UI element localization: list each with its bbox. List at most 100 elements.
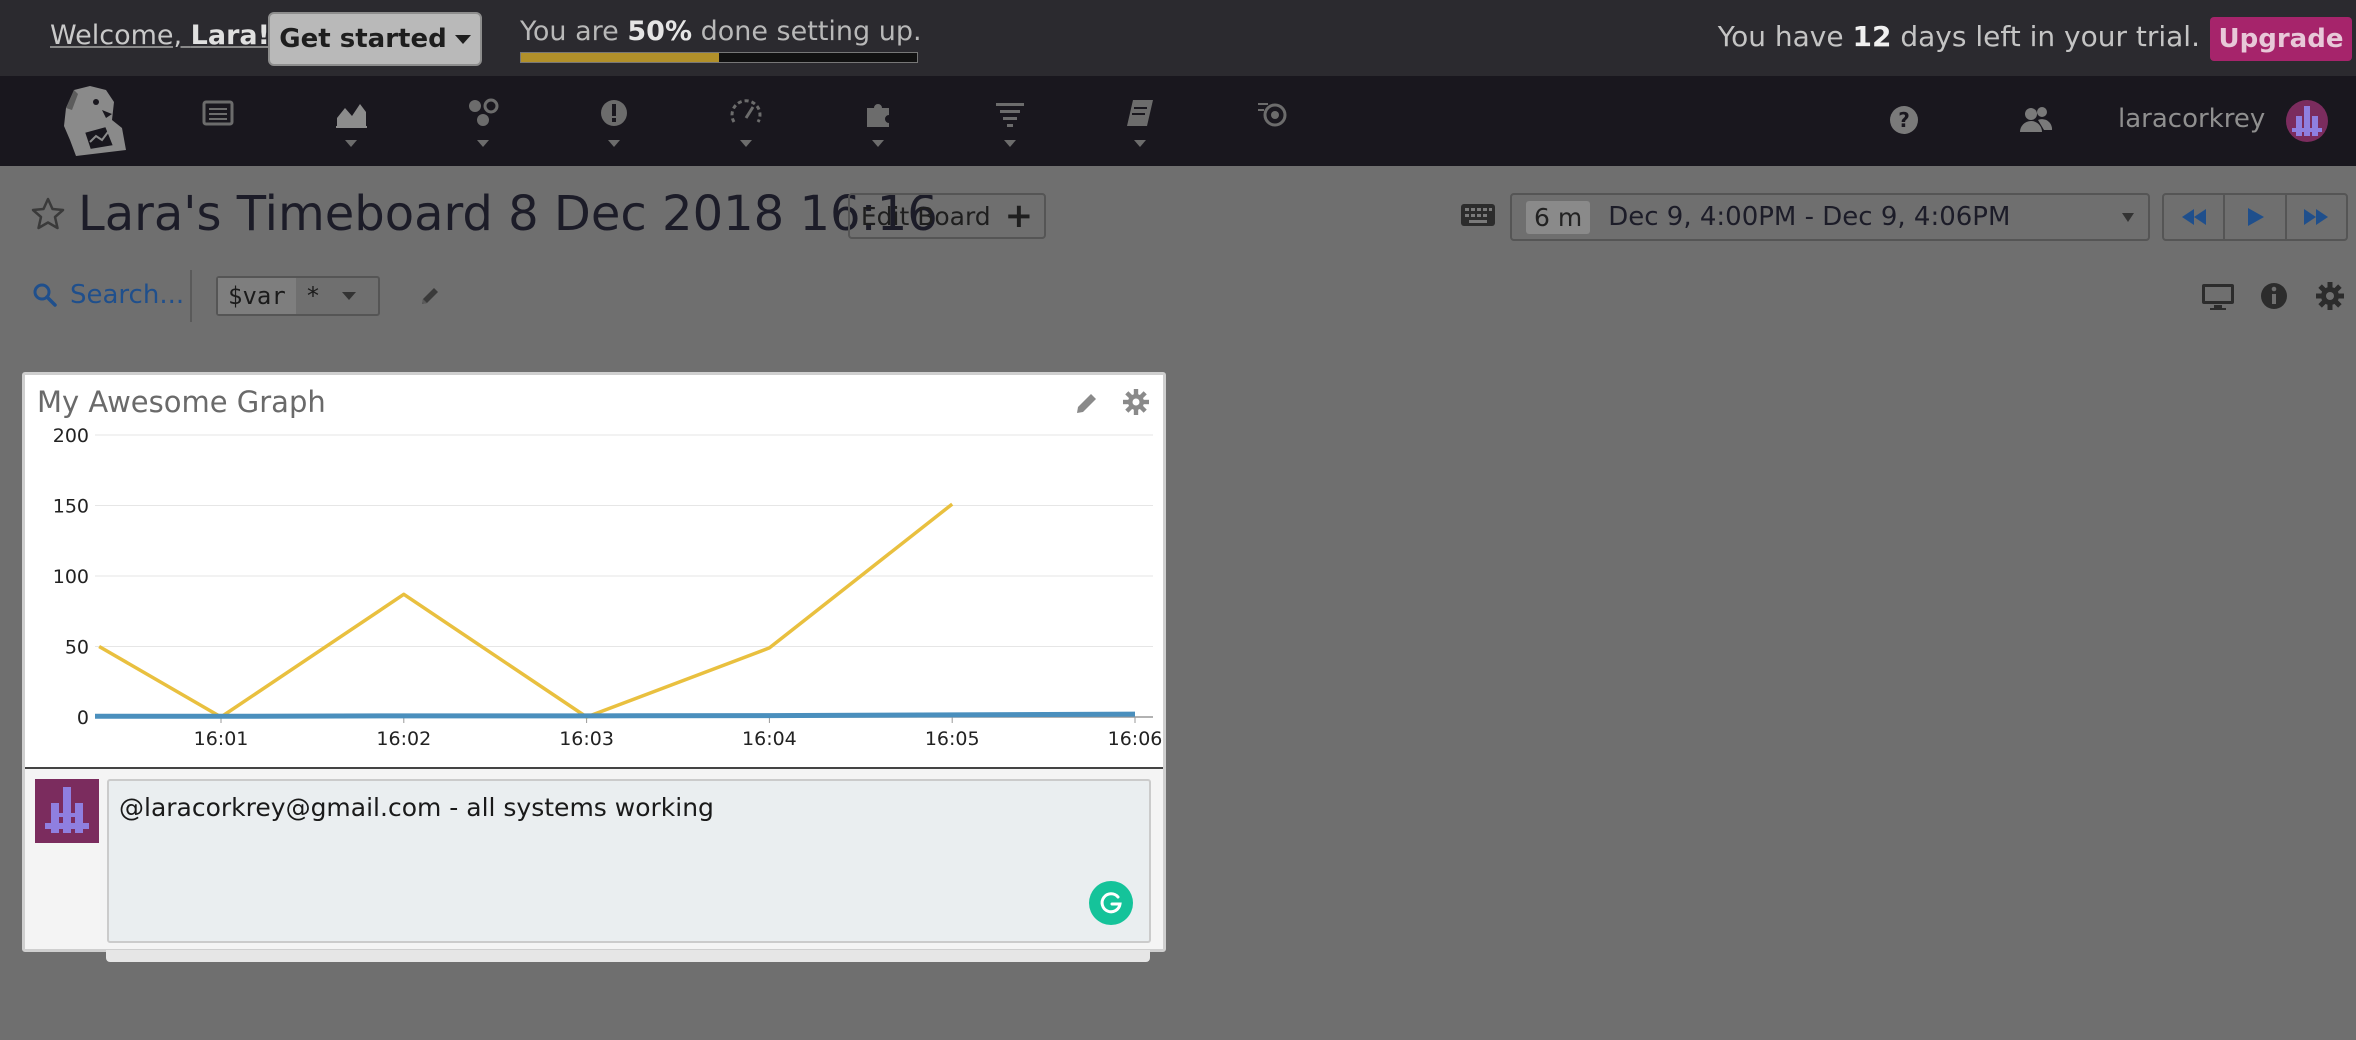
help-icon[interactable]: ?	[1884, 100, 1924, 140]
get-started-label: Get started	[279, 24, 447, 54]
setup-progress-bar	[520, 52, 918, 63]
svg-text:?: ?	[1898, 108, 1910, 132]
x-tick-label: 16:01	[194, 728, 249, 750]
nav-dashboards[interactable]	[190, 96, 246, 156]
nav-integrations[interactable]	[455, 96, 511, 156]
favorite-star-icon[interactable]	[30, 196, 66, 232]
line-chart: 050100150200 16:01 16:02 16:03 16:04 16:05 16…	[53, 425, 1163, 750]
settings-gear-icon[interactable]	[2312, 280, 2348, 312]
x-tick-label: 16:02	[376, 728, 431, 750]
chevron-down-icon	[608, 140, 620, 147]
comment-box-footer	[106, 950, 1150, 962]
x-tick-label: 16:04	[742, 728, 797, 750]
welcome-name: Lara!	[190, 20, 270, 51]
chevron-down-icon	[1134, 140, 1146, 147]
board-title: Lara's Timeboard 8 Dec 2018 16:16	[78, 186, 938, 242]
welcome-prefix: Welcome,	[50, 20, 191, 51]
chevron-down-icon	[342, 292, 357, 300]
setup-progress-fill	[521, 53, 719, 62]
comment-author-avatar	[35, 779, 99, 843]
trial-prefix: You have	[1717, 20, 1853, 53]
nav-apm[interactable]	[718, 96, 774, 156]
nav-notebooks[interactable]	[1112, 96, 1168, 156]
series-line-1	[98, 502, 954, 719]
tv-mode-icon[interactable]	[2200, 280, 2236, 312]
filter-lines-icon	[996, 103, 1024, 127]
rewind-button[interactable]	[2164, 195, 2226, 239]
fast-forward-icon	[2304, 209, 2329, 225]
chevron-down-icon	[872, 140, 884, 147]
widget-title: My Awesome Graph	[37, 385, 326, 419]
trial-status: You have 12 days left in your trial.	[1718, 20, 2200, 53]
y-tick-label: 0	[77, 707, 89, 729]
series-line-2	[95, 711, 1136, 719]
setup-percent: 50%	[627, 16, 693, 47]
x-tick-label: 16:03	[559, 728, 614, 750]
get-started-button[interactable]: Get started	[268, 12, 482, 66]
chart-x-axis: 16:01 16:02 16:03 16:04 16:05 16:06	[194, 717, 1163, 750]
chevron-down-icon	[1004, 140, 1016, 147]
info-icon[interactable]	[2256, 280, 2292, 312]
chevron-down-icon	[454, 34, 471, 44]
template-variable[interactable]: $var *	[216, 276, 380, 316]
time-range-picker[interactable]: 6 m Dec 9, 4:00PM - Dec 9, 4:06PM	[1510, 193, 2150, 241]
main-navbar: ? laracorkrey	[0, 76, 2356, 166]
comment-section: @laracorkrey@gmail.com - all systems wor…	[25, 767, 1163, 949]
play-icon	[2247, 208, 2264, 226]
nav-monitors[interactable]	[586, 96, 642, 156]
trial-suffix: days left in your trial.	[1891, 20, 2200, 53]
nav-username[interactable]: laracorkrey	[2118, 104, 2265, 134]
y-tick-label: 200	[53, 425, 89, 447]
y-tick-label: 100	[53, 566, 89, 588]
y-tick-label: 50	[65, 637, 89, 659]
graph-widget: My Awesome Graph 0 50 100 150 200 16:01 16:02…	[22, 372, 1166, 952]
chart-gridlines	[95, 434, 1153, 718]
grammarly-icon[interactable]	[1089, 881, 1133, 925]
trial-days: 12	[1852, 20, 1892, 53]
widget-settings-gear-icon[interactable]	[1121, 387, 1151, 417]
chevron-down-icon	[2122, 212, 2134, 222]
dashboard-list-icon	[202, 100, 234, 126]
edit-board-label: Edit Board	[860, 201, 991, 231]
fast-forward-button[interactable]	[2287, 195, 2346, 239]
widget-edit-pencil-icon[interactable]	[1073, 389, 1101, 417]
search-button[interactable]: Search...	[32, 280, 184, 310]
toolbar-divider	[190, 270, 192, 322]
nav-logs[interactable]	[982, 96, 1038, 156]
search-icon	[33, 283, 57, 307]
datadog-logo-icon[interactable]	[56, 80, 132, 160]
rewind-icon	[2181, 209, 2206, 225]
play-button[interactable]	[2225, 195, 2287, 239]
time-range-text: Dec 9, 4:00PM - Dec 9, 4:06PM	[1608, 202, 2011, 232]
team-icon[interactable]	[2016, 100, 2056, 140]
comment-textbox[interactable]: @laracorkrey@gmail.com - all systems wor…	[107, 779, 1151, 943]
setup-prefix: You are	[520, 16, 628, 47]
chart-y-axis: 0 50 100 150 200	[53, 425, 89, 729]
chevron-down-icon	[740, 140, 752, 147]
nav-synthetics[interactable]	[1245, 96, 1301, 156]
trial-banner: Welcome, Lara! Get started You are 50% d…	[0, 0, 2356, 76]
setup-suffix: done setting up.	[692, 16, 922, 47]
keyboard-icon[interactable]	[1460, 202, 1496, 228]
user-avatar[interactable]	[2286, 100, 2328, 142]
plus-icon: +	[1004, 196, 1034, 236]
x-tick-label: 16:06	[1108, 728, 1163, 750]
pencil-icon[interactable]	[418, 284, 442, 308]
nav-metrics[interactable]	[323, 96, 379, 156]
x-tick-label: 16:05	[925, 728, 980, 750]
synthetics-icon	[1258, 103, 1287, 127]
y-tick-label: 150	[53, 496, 89, 518]
welcome-message[interactable]: Welcome, Lara!	[50, 20, 270, 51]
nav-infrastructure[interactable]	[850, 96, 906, 156]
chart-series	[94, 502, 1136, 719]
upgrade-button[interactable]: Upgrade	[2210, 17, 2352, 61]
edit-board-button[interactable]: Edit Board +	[848, 193, 1046, 239]
template-variable-value-text: *	[305, 282, 321, 310]
alert-icon	[601, 100, 627, 126]
chevron-down-icon	[477, 140, 489, 147]
setup-status: You are 50% done setting up.	[520, 16, 922, 47]
comment-text: @laracorkrey@gmail.com - all systems wor…	[119, 793, 714, 822]
search-label: Search...	[70, 280, 185, 310]
template-variable-value[interactable]: *	[296, 278, 378, 314]
puzzle-icon	[867, 104, 889, 127]
